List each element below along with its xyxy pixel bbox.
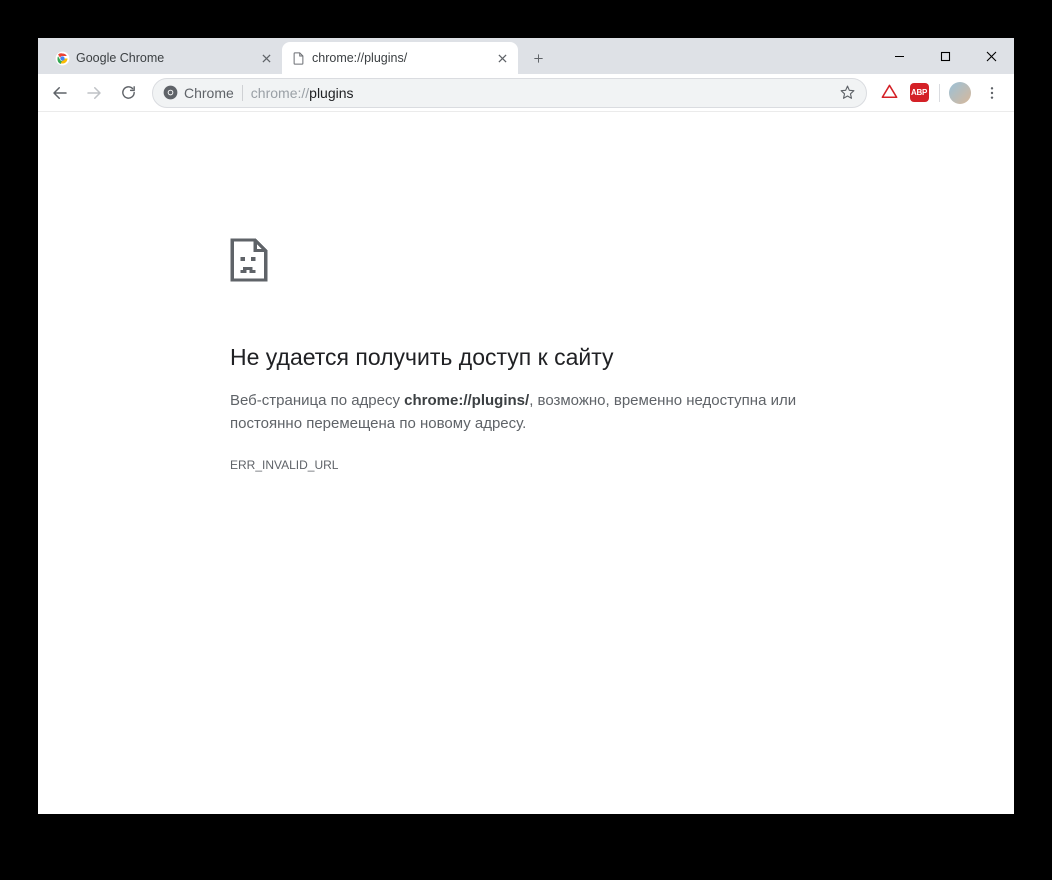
browser-window: Google Chrome chrome://plugins/	[38, 38, 1014, 814]
tab-google-chrome[interactable]: Google Chrome	[46, 42, 282, 74]
tab-title: chrome://plugins/	[312, 51, 488, 65]
forward-button[interactable]	[78, 77, 110, 109]
tab-title: Google Chrome	[76, 51, 252, 65]
omnibox-separator	[242, 85, 243, 101]
yandex-extension-icon[interactable]	[875, 79, 903, 107]
address-bar[interactable]: Chrome chrome://plugins	[152, 78, 867, 108]
tab-plugins[interactable]: chrome://plugins/	[282, 42, 518, 74]
page-favicon-icon	[290, 50, 306, 66]
chrome-favicon-icon	[54, 50, 70, 66]
new-tab-button[interactable]	[524, 44, 552, 72]
url-text: chrome://plugins	[251, 85, 354, 101]
maximize-button[interactable]	[922, 38, 968, 74]
site-chip[interactable]: Chrome	[163, 85, 234, 101]
site-chip-label: Chrome	[184, 85, 234, 101]
titlebar: Google Chrome chrome://plugins/	[38, 38, 1014, 74]
back-button[interactable]	[44, 77, 76, 109]
tab-close-button[interactable]	[258, 50, 274, 66]
page-content: Не удается получить доступ к сайту Веб-с…	[38, 112, 1014, 814]
toolbar-divider	[939, 84, 940, 102]
error-title: Не удается получить доступ к сайту	[230, 344, 1014, 371]
error-body: Веб-страница по адресу chrome://plugins/…	[230, 389, 820, 436]
avatar-icon	[949, 82, 971, 104]
tabstrip: Google Chrome chrome://plugins/	[38, 38, 876, 74]
reload-button[interactable]	[112, 77, 144, 109]
menu-button[interactable]	[976, 77, 1008, 109]
sad-page-icon	[230, 238, 302, 310]
chrome-chip-icon	[163, 85, 178, 100]
adblock-extension-icon[interactable]: ABP	[905, 79, 933, 107]
error-code: ERR_INVALID_URL	[230, 458, 1014, 472]
tab-close-button[interactable]	[494, 50, 510, 66]
window-controls	[876, 38, 1014, 74]
bookmark-star-icon[interactable]	[839, 84, 856, 101]
toolbar: Chrome chrome://plugins ABP	[38, 74, 1014, 112]
profile-avatar[interactable]	[946, 79, 974, 107]
close-window-button[interactable]	[968, 38, 1014, 74]
minimize-button[interactable]	[876, 38, 922, 74]
